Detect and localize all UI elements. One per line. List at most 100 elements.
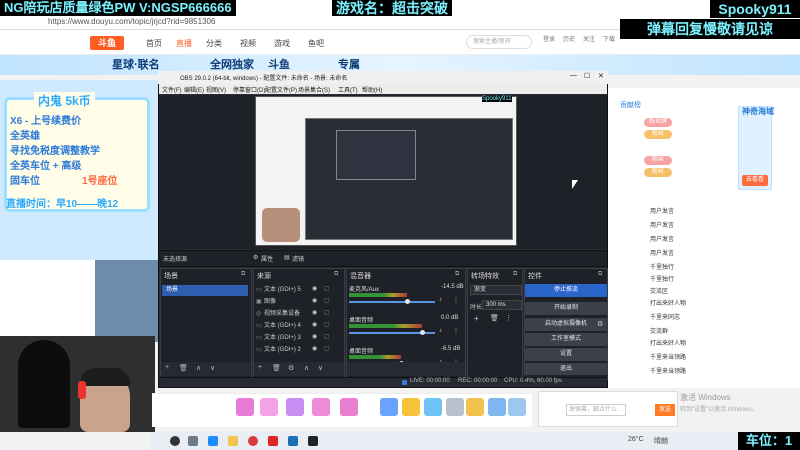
add-transition-icon[interactable]: + xyxy=(474,314,479,323)
transition-duration-input[interactable]: 300 ms xyxy=(482,300,522,310)
settings-button[interactable]: 设置 xyxy=(525,348,607,361)
gift-icon[interactable] xyxy=(424,398,442,416)
minimize-icon[interactable]: — xyxy=(570,72,577,79)
remove-scene-icon[interactable]: 🗑 xyxy=(179,364,188,372)
eye-icon[interactable]: ◉ xyxy=(312,345,317,352)
studio-mode-button[interactable]: 工作室模式 xyxy=(525,333,607,346)
mixer-volume-slider[interactable] xyxy=(349,301,435,303)
lock-icon[interactable]: ▢ xyxy=(324,309,330,316)
site-search-input[interactable]: 搜索主播/房间 xyxy=(466,35,532,49)
menu-help[interactable]: 帮助(H) xyxy=(362,85,382,94)
virtual-camera-button[interactable]: 启动虚拟摄像机 xyxy=(525,318,607,331)
lock-icon[interactable]: ▢ xyxy=(324,321,330,328)
add-source-icon[interactable]: + xyxy=(258,364,262,371)
edge-icon[interactable] xyxy=(208,436,218,446)
steam-icon[interactable] xyxy=(288,436,298,446)
weather-temp[interactable]: 26°C xyxy=(628,436,644,443)
header-follow[interactable]: 关注 xyxy=(580,34,598,43)
gift-icon[interactable] xyxy=(508,398,526,416)
site-logo[interactable]: 斗鱼 xyxy=(90,36,124,50)
menu-edit[interactable]: 编辑(E) xyxy=(184,85,204,94)
remove-source-icon[interactable]: 🗑 xyxy=(272,364,281,372)
mixer-menu-icon[interactable]: ⋮ xyxy=(453,297,459,304)
source-item[interactable]: ◎ 视频采集设备 xyxy=(256,309,334,320)
header-history[interactable]: 历史 xyxy=(560,34,578,43)
gift-icon[interactable] xyxy=(446,398,464,416)
eye-icon[interactable]: ◉ xyxy=(312,333,317,340)
gift-icon[interactable] xyxy=(260,398,278,416)
source-settings-icon[interactable]: ⚙ xyxy=(288,364,294,372)
speaker-icon[interactable]: ♪ xyxy=(439,297,442,303)
lock-icon[interactable]: ▢ xyxy=(324,285,330,292)
transition-menu-icon[interactable]: ⋮ xyxy=(505,314,512,322)
app-icon[interactable] xyxy=(268,436,278,446)
mixer-volume-knob[interactable] xyxy=(405,299,410,304)
mixer-menu-icon[interactable]: ⋮ xyxy=(453,328,459,335)
header-download[interactable]: 下载 xyxy=(600,34,618,43)
speaker-icon[interactable]: ♪ xyxy=(439,328,442,334)
dock-float-icon[interactable]: ⧉ xyxy=(598,271,602,278)
menu-docks[interactable]: 停靠窗口(D) xyxy=(233,85,265,94)
gift-icon[interactable] xyxy=(340,398,358,416)
add-scene-icon[interactable]: + xyxy=(165,364,169,371)
remove-transition-icon[interactable]: 🗑 xyxy=(490,314,499,322)
source-item[interactable]: ▭ 文本 (GDI+) 4 xyxy=(256,321,334,332)
app-icon[interactable] xyxy=(248,436,258,446)
lock-icon[interactable]: ▢ xyxy=(324,345,330,352)
nav-home[interactable]: 首页 xyxy=(146,38,162,49)
source-item[interactable]: ▭ 文本 (GDI+) 2 xyxy=(256,345,334,356)
dock-float-icon[interactable]: ⧉ xyxy=(513,271,517,278)
menu-view[interactable]: 视图(V) xyxy=(206,85,226,94)
filter-icon[interactable]: ▤ xyxy=(284,254,290,261)
address-bar[interactable]: https://www.douyu.com/topic/jrjcd?rid=98… xyxy=(8,14,618,29)
source-item[interactable]: ▭ 文本 (GDI+) 5 xyxy=(256,285,334,296)
gear-icon[interactable]: ⚙ xyxy=(253,254,258,261)
left-stream-thumbnail[interactable] xyxy=(95,260,158,342)
folder-icon[interactable] xyxy=(228,436,238,446)
gift-icon[interactable] xyxy=(488,398,506,416)
dock-float-icon[interactable]: ⧉ xyxy=(455,271,459,278)
lock-icon[interactable]: ▢ xyxy=(324,297,330,304)
dock-float-icon[interactable]: ⧉ xyxy=(334,271,338,278)
menu-profile[interactable]: 配置文件(P) xyxy=(265,85,297,94)
lock-icon[interactable]: ▢ xyxy=(324,333,330,340)
eye-icon[interactable]: ◉ xyxy=(312,309,317,316)
nav-fishbar[interactable]: 鱼吧 xyxy=(308,38,324,49)
gift-icon[interactable] xyxy=(466,398,484,416)
nav-live[interactable]: 直播 xyxy=(176,38,192,49)
gift-icon[interactable] xyxy=(312,398,330,416)
nav-game[interactable]: 游戏 xyxy=(274,38,290,49)
scene-up-icon[interactable]: ∧ xyxy=(196,364,201,372)
nav-video[interactable]: 视频 xyxy=(240,38,256,49)
eye-icon[interactable]: ◉ xyxy=(312,297,317,304)
exit-button[interactable]: 退出 xyxy=(525,363,607,375)
virtual-camera-gear-icon[interactable]: ⚙ xyxy=(597,320,603,328)
gift-icon[interactable] xyxy=(236,398,254,416)
menu-scene-collection[interactable]: 场景集合(S) xyxy=(298,85,330,94)
gift-icon[interactable] xyxy=(402,398,420,416)
dock-float-icon[interactable]: ⧉ xyxy=(241,271,245,278)
mixer-volume-knob[interactable] xyxy=(420,330,425,335)
header-login[interactable]: 登录 xyxy=(540,34,558,43)
source-item[interactable]: ▭ 文本 (GDI+) 3 xyxy=(256,333,334,344)
tab-contribution[interactable]: 贡献榜 xyxy=(620,100,641,110)
source-down-icon[interactable]: ∨ xyxy=(318,364,323,372)
close-icon[interactable]: ✕ xyxy=(598,72,604,80)
task-view-icon[interactable] xyxy=(188,436,198,446)
chat-input[interactable]: 发弹幕，聊点什么 xyxy=(566,404,626,416)
obs-icon[interactable] xyxy=(308,436,318,446)
source-item[interactable]: ▣ 图像 xyxy=(256,297,334,308)
stop-streaming-button[interactable]: 停止推流 xyxy=(525,284,607,297)
source-up-icon[interactable]: ∧ xyxy=(304,364,309,372)
maximize-icon[interactable]: ☐ xyxy=(584,72,590,80)
gift-icon[interactable] xyxy=(286,398,304,416)
scene-down-icon[interactable]: ∨ xyxy=(210,364,215,372)
menu-file[interactable]: 文件(F) xyxy=(162,85,182,94)
send-button[interactable]: 发送 xyxy=(655,404,675,416)
eye-icon[interactable]: ◉ xyxy=(312,285,317,292)
properties-button[interactable]: 属性 xyxy=(261,254,273,263)
menu-tools[interactable]: 工具(T) xyxy=(338,85,358,94)
transition-type-select[interactable]: 渐变 xyxy=(470,285,522,295)
search-icon[interactable] xyxy=(170,436,180,446)
scene-item[interactable]: 场景 xyxy=(162,285,248,296)
